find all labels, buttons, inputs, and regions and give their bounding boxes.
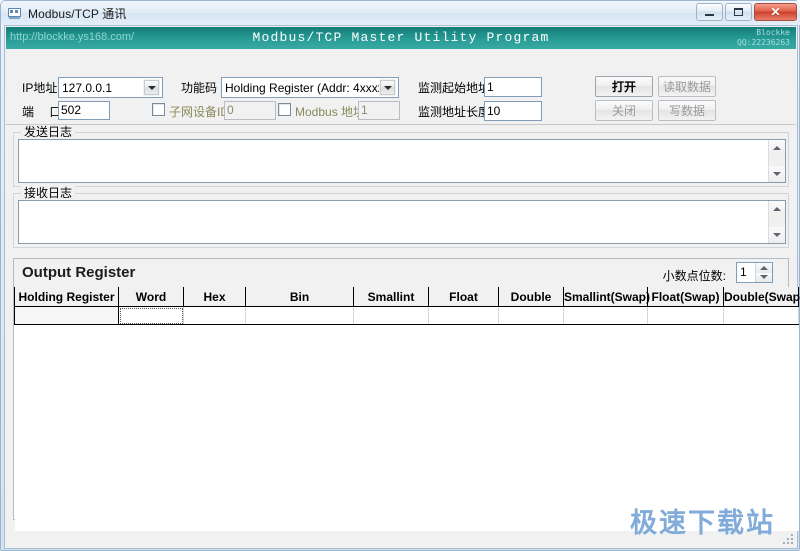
column-header-bin[interactable]: Bin bbox=[245, 287, 354, 307]
app-icon bbox=[7, 5, 23, 21]
column-header-smallint[interactable]: Smallint bbox=[353, 287, 429, 307]
function-code-value: Holding Register (Addr: 4xxxx) bbox=[225, 80, 379, 95]
minimize-button[interactable] bbox=[696, 3, 723, 21]
ip-address-label: IP地址 bbox=[22, 81, 58, 95]
close-button-action[interactable]: 关闭 bbox=[595, 100, 653, 121]
receive-log-textarea[interactable] bbox=[18, 200, 786, 244]
subnet-device-checkbox[interactable] bbox=[152, 103, 165, 116]
cell-smallint-swap[interactable] bbox=[563, 306, 648, 325]
cell-word[interactable] bbox=[118, 306, 184, 325]
site-watermark: 极速下载站 bbox=[630, 508, 775, 539]
chevron-down-icon[interactable] bbox=[143, 79, 160, 96]
send-log-scrollbar[interactable] bbox=[768, 140, 785, 182]
start-address-label: 监测起始地址 bbox=[418, 81, 491, 95]
column-header-float-swap[interactable]: Float(Swap) bbox=[647, 287, 724, 307]
read-data-button[interactable]: 读取数据 bbox=[658, 76, 716, 97]
close-icon: ✕ bbox=[770, 5, 781, 19]
function-code-combo[interactable]: Holding Register (Addr: 4xxxx) bbox=[221, 77, 399, 98]
app-banner: http://blockke.ys168.com/ Modbus/TCP Mas… bbox=[6, 27, 796, 49]
stepper-down-icon[interactable] bbox=[756, 272, 772, 282]
modbus-address-label: Modbus 地址 bbox=[295, 105, 366, 119]
table-header-row: Holding Register Word Hex Bin Smallint F… bbox=[14, 287, 800, 307]
function-code-label: 功能码 bbox=[181, 81, 218, 95]
client-area: http://blockke.ys168.com/ Modbus/TCP Mas… bbox=[4, 25, 800, 549]
decimal-places-label: 小数点位数: bbox=[662, 269, 726, 283]
banner-credit: Blockke QQ:22236263 bbox=[737, 28, 790, 48]
cell-double[interactable] bbox=[498, 306, 564, 325]
output-register-title: Output Register bbox=[22, 264, 136, 281]
stepper-up-icon[interactable] bbox=[756, 263, 772, 273]
chevron-down-icon[interactable] bbox=[379, 79, 396, 96]
table-row[interactable] bbox=[14, 306, 799, 325]
window-controls: ✕ bbox=[696, 3, 797, 21]
decimal-places-stepper[interactable]: 1 bbox=[736, 262, 773, 283]
column-header-word[interactable]: Word bbox=[118, 287, 184, 307]
receive-log-scrollbar[interactable] bbox=[768, 201, 785, 243]
title-bar[interactable]: Modbus/TCP 通讯 ✕ bbox=[1, 1, 800, 25]
receive-log-group: 接收日志 bbox=[13, 186, 789, 248]
minimize-icon bbox=[705, 14, 714, 16]
cell-hex[interactable] bbox=[183, 306, 246, 325]
column-header-holding-register[interactable]: Holding Register bbox=[14, 287, 119, 307]
ip-address-combo[interactable]: 127.0.0.1 bbox=[58, 77, 163, 98]
maximize-icon bbox=[734, 8, 743, 16]
receive-log-title: 接收日志 bbox=[21, 186, 76, 200]
receive-log-value bbox=[19, 201, 785, 205]
column-header-smallint-swap[interactable]: Smallint(Swap) bbox=[563, 287, 650, 307]
column-header-hex[interactable]: Hex bbox=[183, 287, 246, 307]
open-button[interactable]: 打开 bbox=[595, 76, 653, 97]
address-length-label: 监测地址长度 bbox=[418, 105, 491, 119]
resize-grip[interactable] bbox=[782, 533, 795, 546]
write-data-button[interactable]: 写数据 bbox=[658, 100, 716, 121]
close-button[interactable]: ✕ bbox=[754, 3, 797, 21]
modbus-address-checkbox[interactable] bbox=[278, 103, 291, 116]
scroll-up-icon[interactable] bbox=[769, 201, 785, 217]
cell-holding-register[interactable] bbox=[14, 306, 119, 325]
modbus-address-input[interactable]: 1 bbox=[358, 101, 400, 120]
send-log-title: 发送日志 bbox=[21, 125, 76, 139]
output-register-header: Output Register 小数点位数: 1 bbox=[14, 259, 788, 288]
window-title: Modbus/TCP 通讯 bbox=[28, 6, 127, 21]
column-header-double-swap[interactable]: Double(Swap) bbox=[723, 287, 800, 307]
subnet-device-input[interactable]: 0 bbox=[224, 101, 276, 120]
cell-bin[interactable] bbox=[245, 306, 354, 325]
connection-form: IP地址 127.0.0.1 端 口 502 功能码 Holding Regis… bbox=[6, 49, 796, 125]
ip-address-value: 127.0.0.1 bbox=[62, 80, 113, 95]
cell-float-swap[interactable] bbox=[647, 306, 724, 325]
scroll-up-icon[interactable] bbox=[769, 140, 785, 156]
cell-smallint[interactable] bbox=[353, 306, 429, 325]
cell-float[interactable] bbox=[428, 306, 499, 325]
send-log-group: 发送日志 bbox=[13, 125, 789, 187]
send-log-textarea[interactable] bbox=[18, 139, 786, 183]
address-length-input[interactable]: 10 bbox=[484, 101, 542, 121]
application-window: Modbus/TCP 通讯 ✕ http://blockke.ys168.com… bbox=[0, 0, 800, 551]
port-input[interactable]: 502 bbox=[58, 101, 110, 120]
start-address-input[interactable]: 1 bbox=[484, 77, 542, 97]
register-table: Holding Register Word Hex Bin Smallint F… bbox=[14, 287, 800, 531]
maximize-button[interactable] bbox=[725, 3, 752, 21]
send-log-value bbox=[19, 140, 785, 144]
column-header-float[interactable]: Float bbox=[428, 287, 499, 307]
scroll-down-icon[interactable] bbox=[769, 227, 785, 243]
banner-author: Blockke bbox=[756, 28, 790, 37]
banner-title: Modbus/TCP Master Utility Program bbox=[252, 30, 550, 45]
subnet-device-label: 子网设备ID bbox=[169, 105, 230, 119]
scroll-down-icon[interactable] bbox=[769, 166, 785, 182]
banner-qq: QQ:22236263 bbox=[737, 38, 790, 47]
decimal-places-value: 1 bbox=[740, 265, 747, 279]
cell-double-swap[interactable] bbox=[723, 306, 799, 325]
output-register-panel: Output Register 小数点位数: 1 Holding Registe… bbox=[13, 258, 800, 531]
column-header-double[interactable]: Double bbox=[498, 287, 564, 307]
